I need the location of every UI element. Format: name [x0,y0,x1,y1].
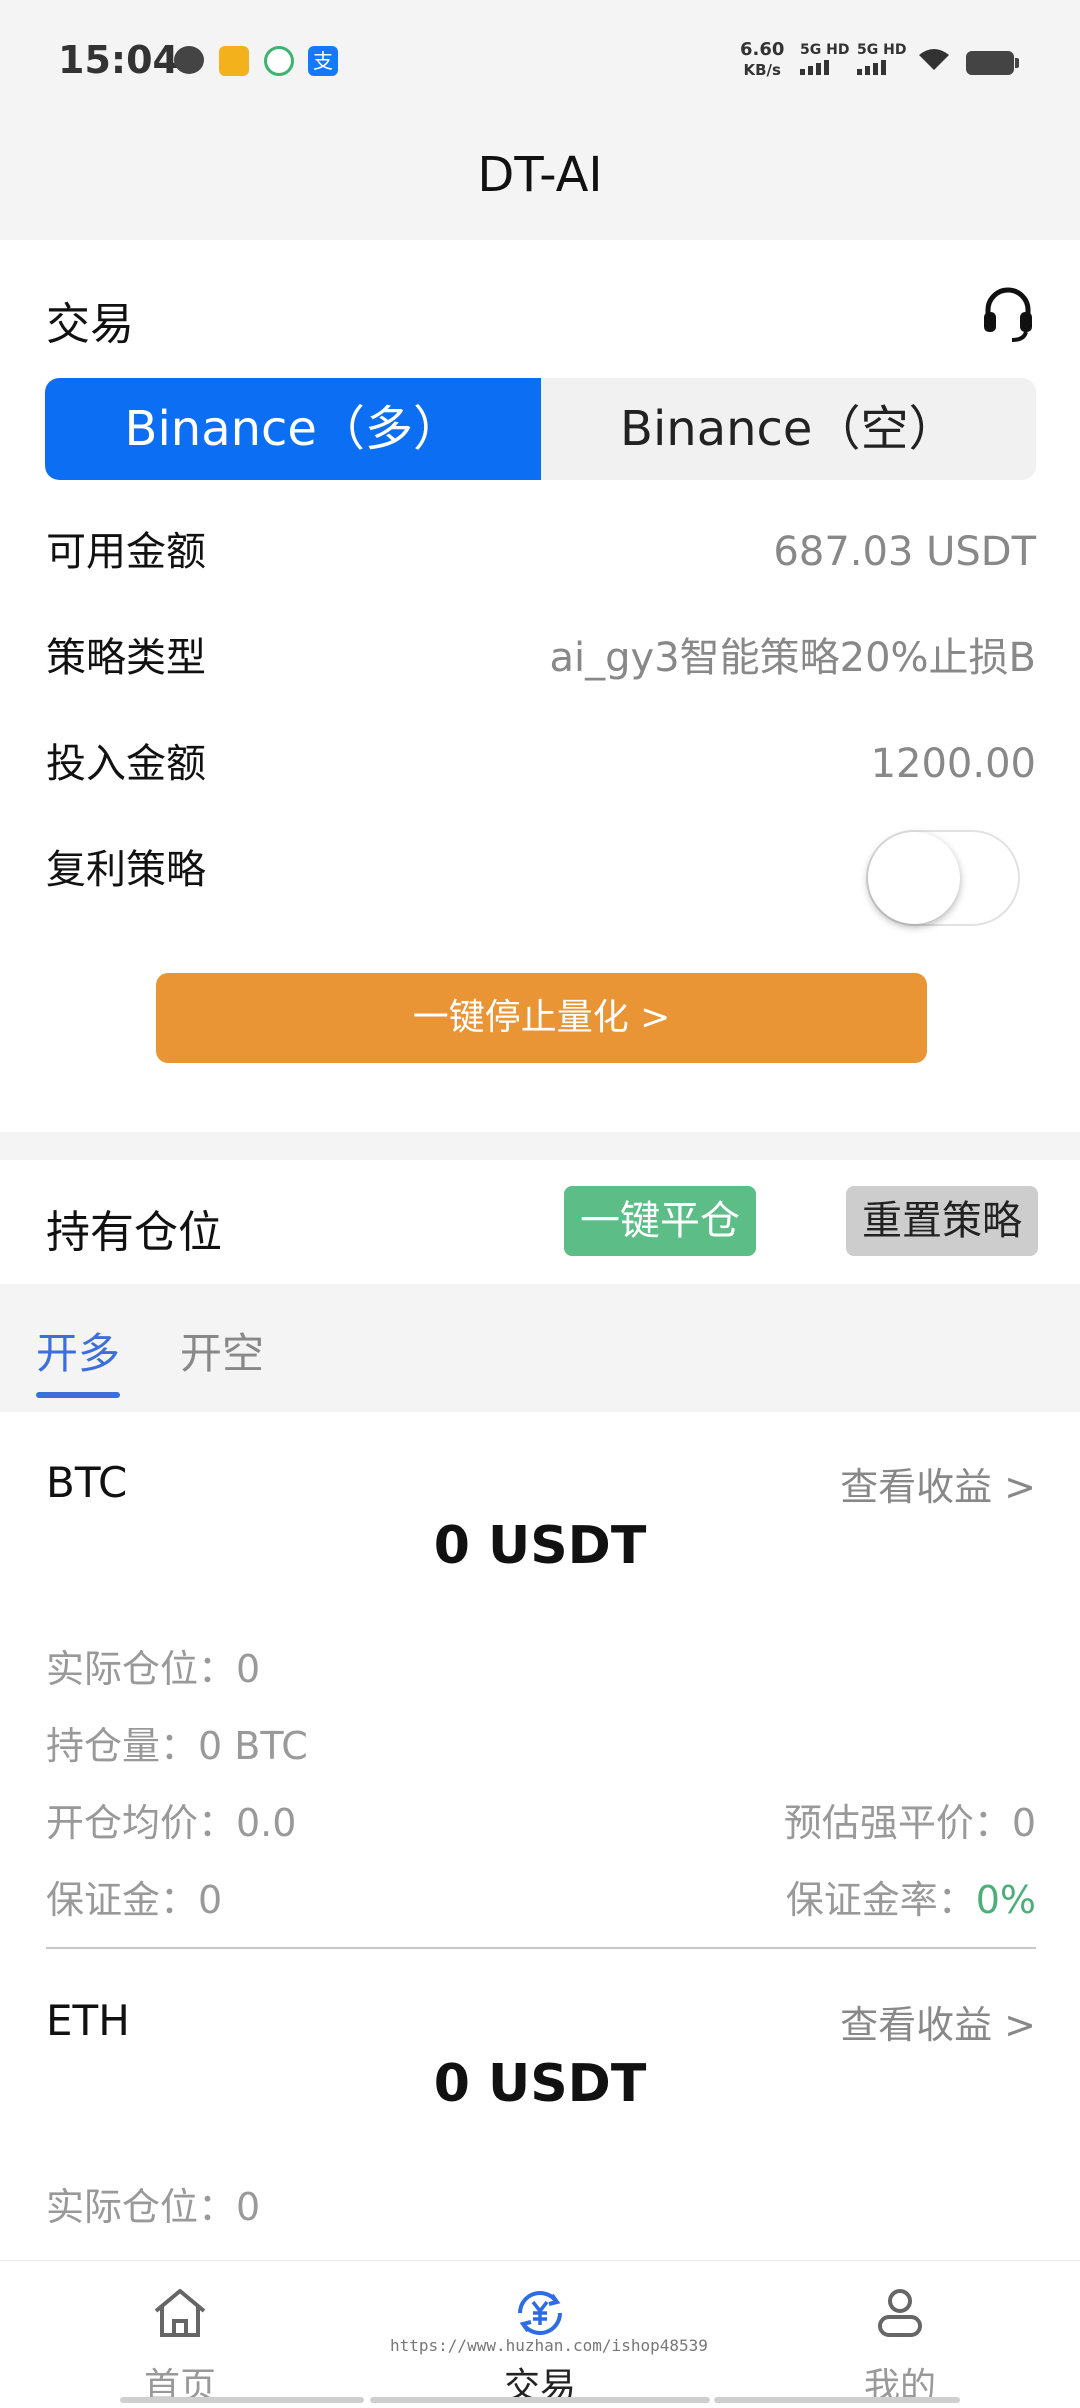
tab-binance-long[interactable]: Binance（多） [45,378,541,480]
margin-rate-label: 保证金率： [785,1878,976,1922]
available-amount-value: 687.03 USDT [773,529,1036,575]
available-amount-label: 可用金额 [46,529,206,575]
positions-list: BTC 查看收益 > 0 USDT 实际仓位：0 持仓量：0 BTC 开仓均价：… [0,1412,1080,2260]
tab-binance-short[interactable]: Binance（空） [541,378,1037,480]
margin: 保证金：0 [46,1878,223,1922]
compound-strategy-toggle[interactable] [866,830,1020,926]
wifi-icon [919,49,949,70]
nav-trade[interactable]: 交易 [360,2261,720,2408]
status-time: 15:04 [58,38,179,82]
tab-long[interactable]: 开多 [36,1320,120,1381]
position-amount: 0 USDT [433,1516,647,1576]
app-header: DT-AI [0,120,1080,240]
compound-strategy-label: 复利策略 [46,847,206,893]
network-speed-unit: KB/s [743,61,781,79]
network-speed: 6.60 KB/s [740,40,784,80]
available-amount-row: 可用金额 687.03 USDT [46,522,1036,582]
customer-service-icon[interactable] [980,284,1036,344]
signal-label-2: 5G HD [857,42,907,58]
home-icon [154,2289,206,2337]
bottom-nav: 首页 交易 我的 [0,2260,1080,2408]
positions-header: 持有仓位 一键平仓 重置策略 [0,1160,1080,1284]
input-amount-value[interactable]: 1200.00 [871,734,1036,794]
margin-rate: 保证金率：0% [786,1869,1036,1924]
battery-icon [966,51,1019,75]
nav-line-center [370,2397,710,2403]
nav-line-left [120,2397,364,2403]
actual-position: 实际仓位：0 [46,2185,261,2229]
app-notification-icon [264,46,294,76]
margin-rate-value: 0% [975,1878,1036,1922]
position-card-btc: BTC 查看收益 > 0 USDT 实际仓位：0 持仓量：0 BTC 开仓均价：… [0,1412,1080,1952]
view-profit-link[interactable]: 查看收益 > [840,1456,1036,1511]
yuan-exchange-icon [518,2291,562,2335]
coin-name: ETH [46,1996,130,2045]
input-amount-label: 投入金额 [46,741,206,787]
nav-home[interactable]: 首页 [0,2261,360,2408]
holding-amount: 持仓量：0 BTC [46,1724,308,1768]
strategy-type-label: 策略类型 [46,635,206,681]
nav-line-right [714,2397,960,2403]
trade-card: 交易 Binance（多） Binance（空） 可用金额 687.03 USD… [0,240,1080,1132]
position-card-eth: ETH 查看收益 > 0 USDT 实际仓位：0 [0,1950,1080,2260]
positions-title: 持有仓位 [46,1207,222,1258]
signal-bars-icon [800,60,849,75]
page-title: DT-AI [477,147,603,203]
toggle-knob [868,832,960,924]
position-amount: 0 USDT [433,2054,647,2114]
strategy-type-value[interactable]: ai_gy3智能策略20%止损B [550,628,1036,688]
watermark-text: https://www.huzhan.com/ishop48539 [390,2336,708,2355]
message-icon [174,46,204,74]
close-all-button[interactable]: 一键平仓 [564,1186,756,1256]
signal-5g-2: 5G HD [857,42,906,75]
input-amount-row[interactable]: 投入金额 1200.00 [46,734,1036,794]
signal-label-1: 5G HD [800,42,850,58]
signal-5g-1: 5G HD [800,42,849,75]
compound-strategy-row: 复利策略 [46,830,1036,926]
exchange-tabs: Binance（多） Binance（空） [45,378,1036,480]
strategy-type-row[interactable]: 策略类型 ai_gy3智能策略20%止损B [46,628,1036,688]
trade-section-title: 交易 [46,299,134,350]
tab-short[interactable]: 开空 [180,1320,264,1381]
avg-open-price: 开仓均价：0.0 [46,1801,297,1845]
status-bar: 15:04 支 6.60 KB/s 5G HD 5G HD [0,0,1080,120]
position-side-tabs: 开多 开空 [0,1284,1080,1412]
liquidation-price: 预估强平价：0 [783,1801,1036,1845]
nav-mine[interactable]: 我的 [720,2261,1080,2408]
position-divider [46,1947,1036,1949]
signal-bars-icon [857,60,906,75]
mail-icon [219,46,249,76]
active-tab-indicator [36,1392,120,1398]
actual-position: 实际仓位：0 [46,1647,261,1691]
stop-quant-button[interactable]: 一键停止量化 > [156,973,927,1063]
view-profit-link[interactable]: 查看收益 > [840,1994,1036,2049]
coin-name: BTC [46,1458,128,1507]
alipay-icon: 支 [308,46,338,76]
network-speed-value: 6.60 [740,39,785,60]
user-icon [878,2289,922,2337]
reset-strategy-button[interactable]: 重置策略 [846,1186,1038,1256]
